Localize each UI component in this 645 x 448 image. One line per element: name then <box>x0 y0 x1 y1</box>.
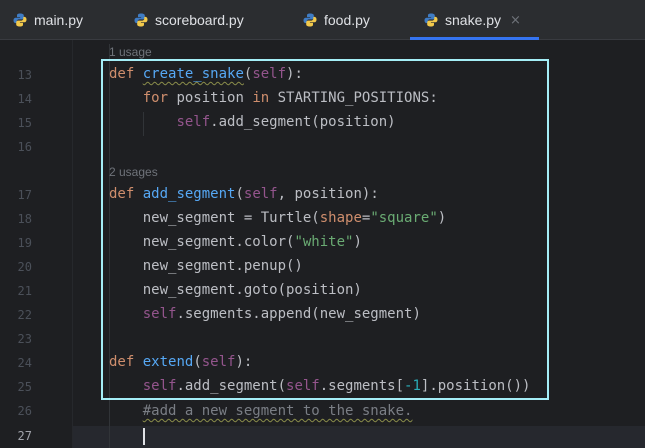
tab-label: food.py <box>324 12 370 28</box>
active-tab-indicator <box>410 37 539 40</box>
usage-hint[interactable]: 1 usage <box>109 45 152 59</box>
gutter-separator <box>72 40 73 448</box>
line-number: 25 <box>17 380 32 394</box>
code-line-17[interactable]: def add_segment(self, position): <box>109 185 379 203</box>
close-icon[interactable]: × <box>510 13 521 28</box>
code-line-15[interactable]: self.add_segment(position) <box>109 113 395 131</box>
line-number: 24 <box>17 356 32 370</box>
code-line-18[interactable]: new_segment = Turtle(shape="square") <box>109 209 446 227</box>
line-number: 15 <box>17 116 32 130</box>
code-line-25[interactable]: self.add_segment(self.segments[-1].posit… <box>109 377 531 395</box>
tab-label: main.py <box>34 12 84 28</box>
editor-tab-bar: main.py scoreboard.py food.py snake.py × <box>0 0 645 40</box>
code-line-26[interactable]: #add a new segment to the snake. <box>109 402 413 420</box>
code-line-21[interactable]: new_segment.goto(position) <box>109 281 362 299</box>
tab-main-py[interactable]: main.py <box>12 0 83 40</box>
line-number: 22 <box>17 308 32 322</box>
line-number: 19 <box>17 236 32 250</box>
code-line-19[interactable]: new_segment.color("white") <box>109 233 362 251</box>
text-caret <box>143 428 145 445</box>
highlight-selection-box <box>101 59 549 400</box>
python-file-icon <box>424 13 438 27</box>
line-number: 14 <box>17 92 32 106</box>
line-number: 13 <box>17 68 32 82</box>
line-number: 26 <box>17 404 32 418</box>
python-file-icon <box>13 13 27 27</box>
code-line-22[interactable]: self.segments.append(new_segment) <box>109 305 421 323</box>
line-number: 17 <box>17 188 32 202</box>
line-number: 21 <box>17 284 32 298</box>
line-number: 18 <box>17 212 32 226</box>
python-file-icon <box>134 13 148 27</box>
line-number-current: 27 <box>17 429 32 443</box>
code-line-24[interactable]: def extend(self): <box>109 353 252 371</box>
code-line-20[interactable]: new_segment.penup() <box>109 257 303 275</box>
code-line-13[interactable]: def create_snake(self): <box>109 65 303 83</box>
tab-label: scoreboard.py <box>155 12 244 28</box>
tab-snake-py[interactable]: snake.py × <box>423 0 521 40</box>
code-line-14[interactable]: for position in STARTING_POSITIONS: <box>109 89 438 107</box>
current-line-highlight <box>0 426 645 448</box>
line-number: 23 <box>17 332 32 346</box>
line-number: 20 <box>17 260 32 274</box>
python-file-icon <box>303 13 317 27</box>
usage-hint[interactable]: 2 usages <box>109 165 158 179</box>
line-number: 16 <box>17 140 32 154</box>
tab-scoreboard-py[interactable]: scoreboard.py <box>133 0 244 40</box>
code-editor-window: main.py scoreboard.py food.py snake.py × <box>0 0 645 448</box>
tab-food-py[interactable]: food.py <box>302 0 370 40</box>
tab-label: snake.py <box>445 12 502 28</box>
